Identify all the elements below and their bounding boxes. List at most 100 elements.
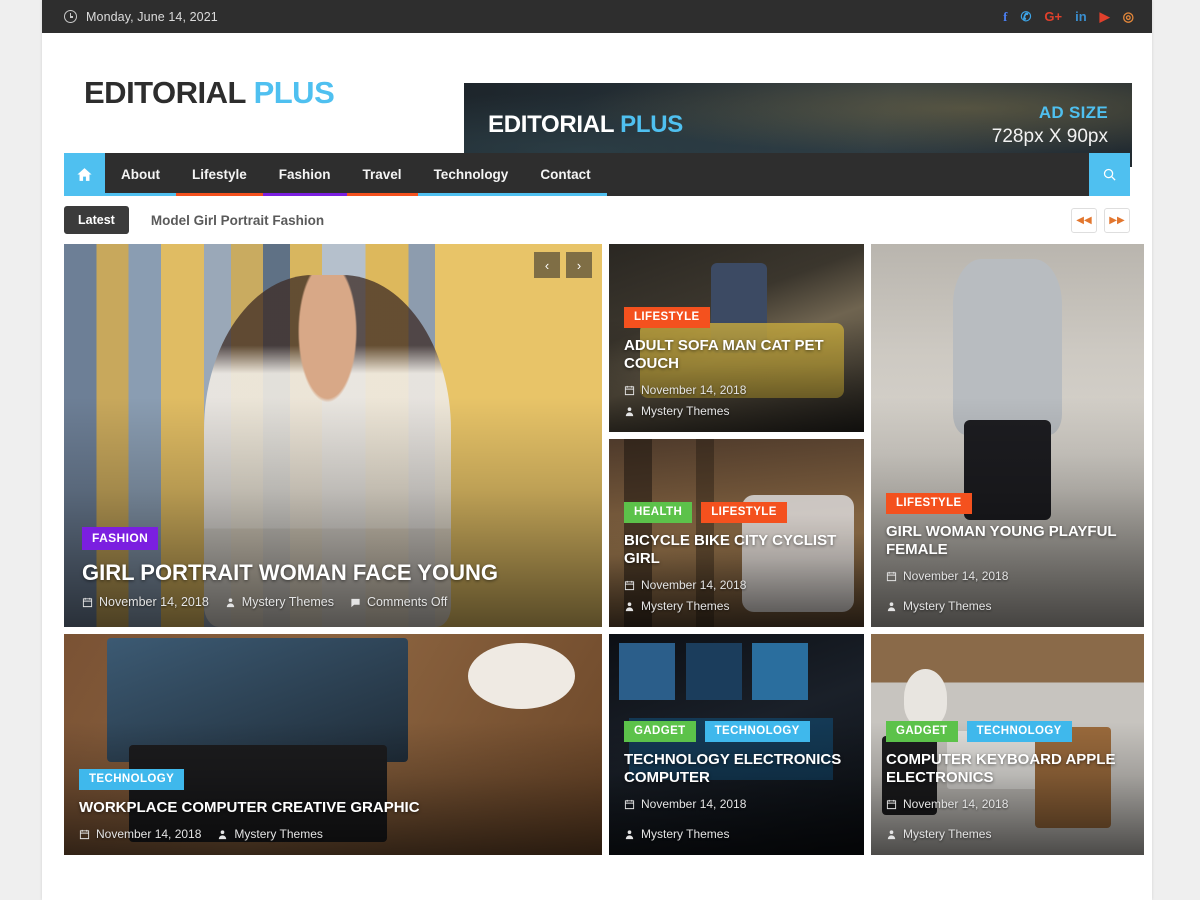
post-card-keyboard[interactable]: GADGET TECHNOLOGY Computer Keyboard Appl… — [871, 634, 1144, 855]
user-icon — [887, 829, 896, 839]
post-author: Mystery Themes — [624, 599, 729, 613]
post-meta: November 14, 2018 Mystery Themes — [886, 569, 1129, 613]
post-date: November 14, 2018 — [886, 797, 1008, 811]
category-badge-health[interactable]: HEALTH — [624, 501, 693, 523]
calendar-icon — [624, 385, 635, 395]
category-list: FASHION — [82, 526, 584, 550]
logo-accent-text: PLUS — [253, 75, 335, 110]
comment-icon — [351, 598, 360, 607]
post-date-text: November 14, 2018 — [99, 595, 209, 609]
category-list: LIFESTYLE — [886, 492, 1129, 514]
category-badge-technology[interactable]: TECHNOLOGY — [704, 720, 810, 742]
instagram-icon[interactable]: ◎ — [1123, 10, 1134, 23]
nav-item-travel[interactable]: Travel — [346, 153, 418, 196]
google-plus-icon[interactable]: G+ — [1044, 10, 1062, 23]
category-list: TECHNOLOGY — [79, 769, 587, 791]
post-author-text: Mystery Themes — [903, 827, 992, 841]
ad-logo: EDITORIAL PLUS — [488, 111, 683, 139]
post-card-bicycle[interactable]: HEALTH LIFESTYLE Bicycle Bike City Cycli… — [609, 439, 864, 627]
nav-underline — [175, 193, 263, 196]
user-icon — [887, 601, 896, 611]
post-date: November 14, 2018 — [624, 383, 746, 397]
calendar-icon — [624, 580, 635, 590]
nav-item-label: Travel — [362, 167, 402, 182]
post-author-text: Mystery Themes — [241, 595, 334, 609]
post-meta: November 14, 2018 Mystery Themes Comment… — [82, 595, 584, 609]
category-badge-lifestyle[interactable]: LIFESTYLE — [624, 306, 710, 328]
category-list: LIFESTYLE — [624, 306, 849, 328]
user-icon — [219, 829, 227, 839]
post-title[interactable]: Girl Portrait Woman Face Young — [82, 559, 584, 587]
ad-logo-main-text: EDITORIAL — [488, 111, 614, 138]
latest-badge[interactable]: Latest — [64, 206, 129, 234]
ticker-prev-button[interactable]: ◀◀ — [1071, 207, 1097, 233]
ad-logo-accent-text: PLUS — [620, 111, 683, 138]
ad-size-info: AD SIZE 728px X 90px — [992, 103, 1108, 148]
post-author-text: Mystery Themes — [903, 599, 992, 613]
category-badge-lifestyle[interactable]: LIFESTYLE — [886, 492, 972, 514]
post-date: November 14, 2018 — [624, 797, 746, 811]
nav-item-label: About — [121, 167, 160, 182]
post-meta: November 14, 2018 Mystery Themes — [79, 827, 587, 841]
search-button[interactable] — [1089, 153, 1130, 196]
post-card-sofa[interactable]: LIFESTYLE Adult Sofa Man Cat Pet Couch N… — [609, 244, 864, 432]
youtube-icon[interactable]: ▶ — [1100, 10, 1110, 23]
post-card-girl-playful[interactable]: LIFESTYLE Girl Woman Young Playful Femal… — [871, 244, 1144, 627]
post-title[interactable]: Girl Woman Young Playful Female — [886, 523, 1129, 561]
home-icon — [77, 168, 92, 181]
featured-post-card[interactable]: ‹ › FASHION Girl Portrait Woman Face You… — [64, 244, 602, 627]
slider-next-button[interactable]: › — [566, 252, 592, 278]
nav-item-label: Fashion — [278, 167, 331, 182]
facebook-icon[interactable]: f — [1003, 10, 1007, 23]
category-badge-technology[interactable]: TECHNOLOGY — [966, 720, 1072, 742]
post-title[interactable]: Technology Electronics Computer — [624, 751, 849, 789]
post-author-text: Mystery Themes — [641, 599, 730, 613]
category-badge-gadget[interactable]: GADGET — [624, 720, 696, 742]
category-badge-technology[interactable]: TECHNOLOGY — [79, 769, 185, 791]
nav-home-button[interactable] — [64, 153, 105, 196]
ticker-next-button[interactable]: ▶▶ — [1104, 207, 1130, 233]
post-date-text: November 14, 2018 — [903, 569, 1009, 583]
site-logo[interactable]: EDITORIAL PLUS — [84, 75, 335, 111]
post-date: November 14, 2018 — [624, 578, 746, 592]
post-meta: November 14, 2018 Mystery Themes — [624, 797, 849, 841]
category-badge-fashion[interactable]: FASHION — [82, 526, 159, 550]
calendar-icon — [886, 799, 897, 809]
nav-item-about[interactable]: About — [105, 153, 176, 196]
photo-shape — [685, 642, 742, 701]
category-badge-lifestyle[interactable]: LIFESTYLE — [701, 501, 787, 523]
latest-headline[interactable]: Model Girl Portrait Fashion — [151, 213, 324, 228]
nav-item-lifestyle[interactable]: Lifestyle — [175, 153, 263, 196]
user-icon — [625, 406, 634, 416]
post-card-electronics[interactable]: GADGET TECHNOLOGY Technology Electronics… — [609, 634, 864, 855]
post-title[interactable]: Bicycle Bike City Cyclist Girl — [624, 532, 849, 570]
post-author-text: Mystery Themes — [641, 404, 730, 418]
post-title[interactable]: Adult Sofa Man Cat Pet Couch — [624, 337, 849, 375]
nav-item-label: Contact — [540, 167, 591, 182]
category-badge-gadget[interactable]: GADGET — [886, 720, 958, 742]
ticker-nav: ◀◀ ▶▶ — [1071, 207, 1130, 233]
nav-item-technology[interactable]: Technology — [417, 153, 525, 196]
post-card-body: GADGET TECHNOLOGY Computer Keyboard Appl… — [871, 707, 1144, 856]
post-author: Mystery Themes — [225, 595, 334, 609]
nav-item-contact[interactable]: Contact — [524, 153, 607, 196]
category-list: HEALTH LIFESTYLE — [624, 501, 849, 523]
post-title[interactable]: Workplace Computer Creative Graphic — [79, 799, 587, 818]
nav-item-list: About Lifestyle Fashion Travel Technolog… — [105, 153, 607, 196]
slider-prev-button[interactable]: ‹ — [534, 252, 560, 278]
linkedin-icon[interactable]: in — [1075, 10, 1087, 23]
post-card-body: LIFESTYLE Girl Woman Young Playful Femal… — [871, 479, 1144, 628]
user-icon — [625, 829, 634, 839]
post-meta: November 14, 2018 Mystery Themes — [624, 578, 849, 613]
post-date-text: November 14, 2018 — [641, 797, 747, 811]
nav-underline — [346, 193, 418, 196]
category-list: GADGET TECHNOLOGY — [886, 720, 1129, 742]
calendar-icon — [79, 829, 90, 839]
nav-item-fashion[interactable]: Fashion — [262, 153, 347, 196]
logo-main-text: EDITORIAL — [84, 75, 246, 110]
post-title[interactable]: Computer Keyboard Apple Electronics — [886, 751, 1129, 789]
twitter-icon[interactable]: ✆ — [1020, 10, 1031, 23]
post-comments-text: Comments Off — [366, 595, 448, 609]
post-card-workplace[interactable]: TECHNOLOGY Workplace Computer Creative G… — [64, 634, 602, 855]
